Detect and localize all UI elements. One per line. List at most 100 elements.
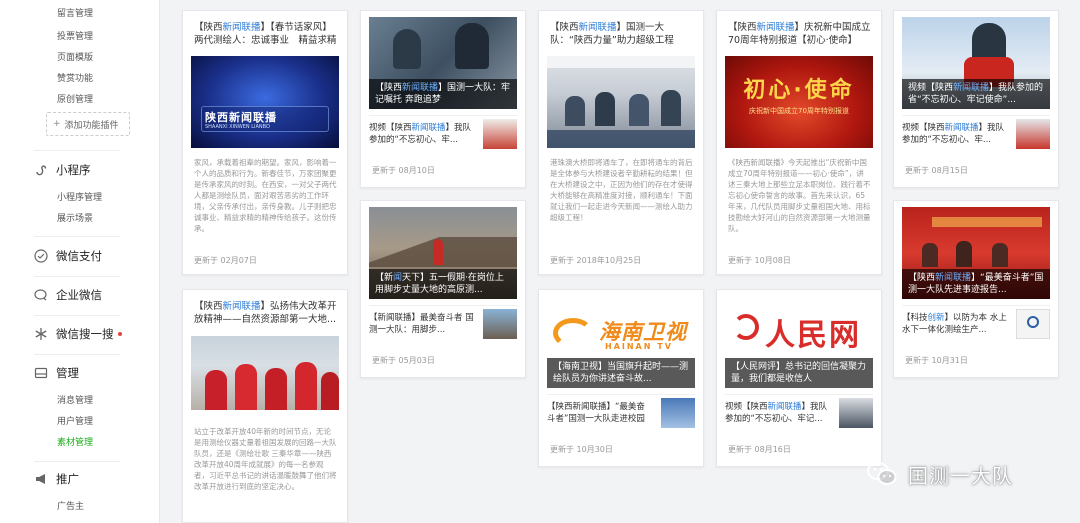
logo-text: 人民网 (765, 318, 861, 353)
article-title: 【陕西新闻联播】庆祝新中国成立70周年特别报道【初心·使命】之... (728, 22, 871, 46)
article-card[interactable]: 【陕西新闻联播】国测一大队：牢记嘱托 奔跑追梦 视频【陕西新闻联播】我队参加的“… (360, 10, 526, 188)
update-date: 更新于 05月03日 (372, 356, 435, 365)
article-cover: 【陕西新闻联播】“最美奋斗者”国测一大队先进事迹报告... (902, 207, 1050, 299)
add-plugin-label: 添加功能插件 (64, 120, 119, 131)
sidebar-section-mini-program[interactable]: 小程序 (34, 161, 91, 179)
sidebar-section-enterprise-wechat[interactable]: 企业微信 (34, 286, 102, 304)
sub-article[interactable]: 视频【陕西新闻联播】我队参加的“不忘初心、牢... (902, 115, 1050, 151)
sidebar-item-user-manage[interactable]: 用户管理 (57, 414, 93, 427)
sub-article-thumbnail (1016, 309, 1050, 339)
update-date: 更新于 08月15日 (905, 166, 968, 175)
article-card[interactable]: 【陕西新闻联播】【春节话家风】两代测绘人：忠诚事业 精益求精 陕西新闻联播 SH… (182, 10, 348, 275)
mini-program-label: 小程序 (56, 163, 91, 177)
people-net-logo-icon (733, 314, 759, 340)
article-summary: 港珠澳大桥即将通车了，在即将通车的背后是全体参与大桥建设者辛勤耕耘的结果！但在大… (550, 158, 693, 222)
sidebar-item-material-manage[interactable]: 素材管理 (57, 435, 93, 448)
sidebar-item-reward[interactable]: 赞赏功能 (57, 71, 93, 84)
mini-program-icon (36, 165, 47, 176)
sidebar-item-original[interactable]: 原创管理 (57, 92, 93, 105)
update-date: 更新于 08月10日 (372, 166, 435, 175)
sidebar-item-mini-program-manage[interactable]: 小程序管理 (57, 190, 102, 203)
divider (34, 461, 120, 462)
sub-article[interactable]: 【陕西新闻联播】“最美奋斗者”国测一大队走进校园 (547, 394, 695, 430)
sub-article[interactable]: 【新闻联播】最美奋斗者 国测一大队：用脚步... (369, 305, 517, 341)
article-cover: 【新闻天下】五一假期·在岗位上 用脚步丈量大地的高原测... (369, 207, 517, 299)
update-date: 更新于 10月08日 (728, 256, 791, 265)
update-date: 更新于 2018年10月25日 (550, 256, 642, 265)
sidebar-section-wechat-search[interactable]: 微信搜一搜 (34, 325, 122, 343)
sub-article[interactable]: 视频【陕西新闻联播】我队参加的“不忘初心、牢记... (725, 394, 873, 430)
manage-icon (34, 367, 48, 379)
article-title: 【陕西新闻联播】国测一大队：“陕西力量”助力超级工程 (550, 22, 674, 46)
article-card[interactable]: 海南卫视 HAINAN TV 【海南卫视】当国旗升起时——测绘队员为你讲述奋斗故… (538, 289, 704, 467)
divider (34, 236, 120, 237)
hainan-tv-logo-icon (553, 318, 593, 348)
article-cover: 人民网 【人民网评】总书记的回信凝聚力量，我们都是收信人 (725, 296, 873, 388)
sidebar-section-manage[interactable]: 管理 (34, 364, 79, 382)
enterprise-wechat-label: 企业微信 (56, 288, 102, 302)
plus-icon: + (53, 119, 61, 129)
article-card[interactable]: 【陕西新闻联播】“最美奋斗者”国测一大队先进事迹报告... 【科技创新】以防为本… (893, 200, 1059, 378)
article-card[interactable]: 视频【陕西新闻联播】我队参加的省“不忘初心、牢记使命”... 视频【陕西新闻联播… (893, 10, 1059, 188)
article-summary: 家风，承载着祖辈的期望。家风，影响着一个人的品质和行为。新春佳节，万家团聚更是传… (194, 158, 337, 233)
divider (34, 150, 120, 151)
article-card[interactable]: 【新闻天下】五一假期·在岗位上 用脚步丈量大地的高原测... 【新闻联播】最美奋… (360, 200, 526, 378)
sub-article-thumbnail (839, 398, 873, 428)
article-cover: 【陕西新闻联播】国测一大队：牢记嘱托 奔跑追梦 (369, 17, 517, 109)
wechat-pay-icon (34, 249, 48, 263)
sub-article[interactable]: 视频【陕西新闻联播】我队参加的“不忘初心、牢... (369, 115, 517, 151)
sidebar: 留言管理 投票管理 页面模版 赞赏功能 原创管理 + 添加功能插件 小程序 小程… (0, 0, 160, 523)
wechat-logo-icon (867, 462, 897, 485)
sidebar-item-display-scene[interactable]: 展示场景 (57, 211, 93, 224)
cover-logo-subtext: SHAANXI XINWEN LIANBO (205, 124, 270, 130)
sidebar-item-comment-manage[interactable]: 留言管理 (57, 6, 93, 19)
sidebar-section-promotion[interactable]: 推广 (34, 470, 79, 488)
enterprise-wechat-icon (34, 289, 47, 301)
cover-logo-subtext: 庆祝新中国成立70周年特别报道 (749, 107, 849, 115)
update-date: 更新于 08月16日 (728, 445, 791, 454)
sidebar-item-vote-manage[interactable]: 投票管理 (57, 29, 93, 42)
sub-article-title: 视频【陕西新闻联播】我队参加的“不忘初心、牢... (369, 123, 472, 145)
add-plugin-button[interactable]: + 添加功能插件 (46, 112, 130, 136)
article-card[interactable]: 【陕西新闻联播】国测一大队：“陕西力量”助力超级工程 港珠澳大桥即将通车了，在即… (538, 10, 704, 275)
sub-article-thumbnail (661, 398, 695, 428)
update-date: 更新于 10月30日 (550, 445, 613, 454)
article-card[interactable]: 人民网 【人民网评】总书记的回信凝聚力量，我们都是收信人 视频【陕西新闻联播】我… (716, 289, 882, 467)
update-date: 更新于 10月31日 (905, 356, 968, 365)
article-summary: 站立于改革开放40年新的时间节点，无论是用测绘仪器丈量着祖国发展的回路一大队队员… (194, 427, 337, 491)
sub-article-title: 视频【陕西新闻联播】我队参加的“不忘初心、牢... (902, 123, 1005, 145)
sub-article-title: 【科技创新】以防为本 水上水下一体化测绘生产... (902, 313, 1007, 335)
article-title: 【陕西新闻联播】【春节话家风】两代测绘人：忠诚事业 精益求精 (194, 22, 337, 46)
update-date: 更新于 02月07日 (194, 256, 257, 265)
cover-logo-text: 陕西新闻联播 (205, 111, 277, 124)
sub-article-thumbnail (1016, 119, 1050, 149)
sub-article-title: 【陕西新闻联播】“最美奋斗者”国测一大队走进校园 (547, 402, 645, 424)
sub-article[interactable]: 【科技创新】以防为本 水上水下一体化测绘生产... (902, 305, 1050, 341)
divider (34, 276, 120, 277)
article-card[interactable]: 【陕西新闻联播】庆祝新中国成立70周年特别报道【初心·使命】之... 初心·使命… (716, 10, 882, 275)
article-cover: 初心·使命 庆祝新中国成立70周年特别报道 (725, 56, 873, 148)
logo-subtext: HAINAN TV (605, 342, 673, 351)
megaphone-icon (36, 474, 45, 484)
watermark: 国测一大队 (866, 458, 1013, 490)
wechat-search-label: 微信搜一搜 (56, 327, 114, 341)
article-card[interactable]: 【陕西新闻联播】弘扬伟大改革开放精神——自然资源部第一大地... 站立于改革开放… (182, 289, 348, 523)
wechat-search-icon (35, 328, 47, 340)
sub-article-title: 视频【陕西新闻联播】我队参加的“不忘初心、牢记... (725, 402, 828, 424)
article-summary: 《陕西新闻联播》今天起推出“庆祝新中国成立70周年特别报道——初心·使命”，讲述… (728, 158, 871, 233)
article-title: 【陕西新闻联播】弘扬伟大改革开放精神——自然资源部第一大地... (194, 301, 337, 325)
sidebar-item-message-manage[interactable]: 消息管理 (57, 393, 93, 406)
sub-article-title: 【新闻联播】最美奋斗者 国测一大队：用脚步... (369, 313, 474, 335)
article-cover: 陕西新闻联播 SHAANXI XINWEN LIANBO (191, 56, 339, 148)
promotion-label: 推广 (56, 472, 79, 486)
sidebar-item-advertiser[interactable]: 广告主 (57, 499, 84, 512)
article-cover (191, 336, 339, 410)
sidebar-section-wechat-pay[interactable]: 微信支付 (34, 247, 102, 265)
sidebar-item-page-template[interactable]: 页面模版 (57, 50, 93, 63)
sub-article-thumbnail (483, 119, 517, 149)
article-cover (547, 56, 695, 148)
manage-label: 管理 (56, 366, 79, 380)
sub-article-thumbnail (483, 309, 517, 339)
wechat-pay-label: 微信支付 (56, 249, 102, 263)
watermark-text: 国测一大队 (908, 463, 1013, 488)
